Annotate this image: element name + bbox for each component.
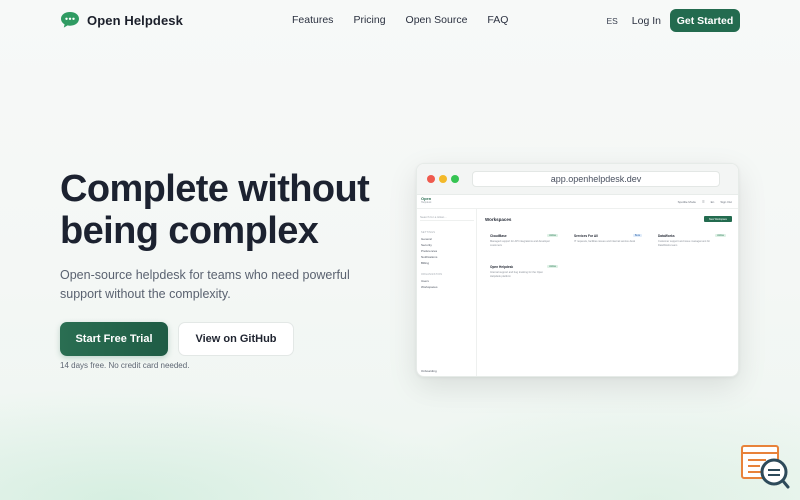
maximize-dot-icon [451,175,459,183]
brand-name: Open Helpdesk [87,12,183,28]
workspace-card: DataWorks Active Customer support and is… [658,234,734,247]
status-badge: Active [715,234,726,237]
view-on-github-button[interactable]: View on GitHub [178,322,294,356]
language-link: En [710,200,715,204]
sidebar-item: Security [421,243,432,247]
top-navbar: Open Helpdesk Features Pricing Open Sour… [0,0,800,40]
app-header-actions: Spotlite Mode ☰ En Sign Out [678,200,732,204]
workspace-desc: Internal support and bug tracking for th… [490,271,544,278]
menu-icon: ☰ [701,200,705,204]
app-brand: Open Helpdesk [421,197,431,205]
status-badge: Active [547,265,558,268]
sidebar-item: Workspaces [421,285,438,289]
sidebar-item: Billing [421,261,430,265]
address-bar: app.openhelpdesk.dev [472,171,720,187]
sidebar-item: Preferences [421,249,438,253]
nav-links: Features Pricing Open Source FAQ [292,14,528,26]
app-header: Open Helpdesk Spotlite Mode ☰ En Sign Ou… [417,195,738,209]
nav-link-features[interactable]: Features [292,14,333,26]
new-workspace-button: New Workspace [704,216,732,222]
workspace-desc: IT requests, facilities issues and inter… [574,240,636,243]
trial-note: 14 days free. No credit card needed. [60,361,190,370]
sidebar-item: Users [421,279,429,283]
sidebar-item: General [421,237,432,241]
app-main: Workspaces New Workspace CloudBase Activ… [477,209,738,376]
workspace-card: Services For All Beta IT requests, facil… [574,234,650,244]
hero-title: Complete without being complex [60,168,370,252]
get-started-button[interactable]: Get Started [670,9,740,32]
app-search: Search for a ticket... [420,215,474,221]
workspace-desc: Customer support and issue management fo… [658,240,711,247]
nav-actions: ES Log In Get Started [606,9,740,32]
spotlite-mode-link: Spotlite Mode [677,200,696,204]
chat-bubble-logo-icon [61,12,79,28]
workspaces-title: Workspaces [485,217,512,222]
nav-link-open-source[interactable]: Open Source [406,14,468,26]
sidebar-item: Notifications [421,255,438,259]
status-badge: Beta [632,234,642,237]
app-brand-sub: Helpdesk [421,201,432,204]
hero-subtitle: Open-source helpdesk for teams who need … [60,268,350,301]
nav-link-pricing[interactable]: Pricing [353,14,385,26]
status-badge: Active [547,234,558,237]
sign-out-link: Sign Out [720,200,732,204]
browser-titlebar: app.openhelpdesk.dev [417,164,738,195]
language-switcher[interactable]: ES [606,16,617,26]
close-dot-icon [427,175,435,183]
minimize-dot-icon [439,175,447,183]
start-free-trial-button[interactable]: Start Free Trial [60,322,168,356]
support-widget-icon[interactable] [740,444,790,490]
nav-link-faq[interactable]: FAQ [487,14,508,26]
sidebar-section-header: ORGANIZATION [421,273,443,276]
sidebar-footer: Onboarding [421,369,437,373]
app-preview-window: app.openhelpdesk.dev Open Helpdesk Spotl… [416,163,739,377]
workspace-card: CloudBase Active Managed support for API… [490,234,566,247]
app-sidebar: Search for a ticket... SETTINGS General … [417,209,477,376]
workspace-card: Open Helpdesk Active Internal support an… [490,265,566,278]
brand-logo[interactable]: Open Helpdesk [60,11,183,29]
login-link[interactable]: Log In [632,15,661,27]
sidebar-section-header: SETTINGS [421,231,436,234]
workspace-desc: Managed support for API integrations and… [490,240,550,247]
